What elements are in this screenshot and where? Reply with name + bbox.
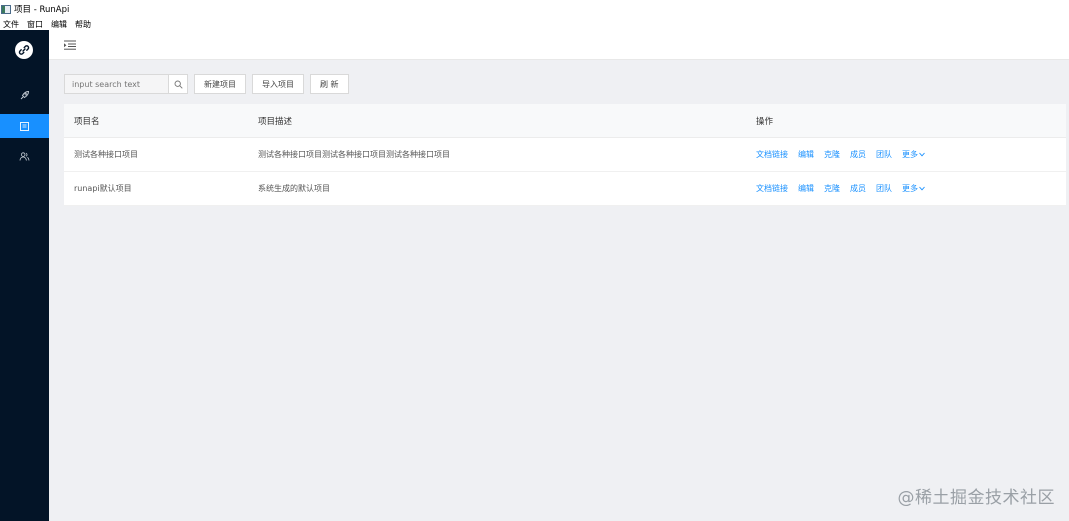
new-project-button[interactable]: 新建项目 bbox=[194, 74, 246, 94]
project-name: 测试各种接口项目 bbox=[74, 150, 138, 159]
edit-action[interactable]: 编辑 bbox=[798, 183, 814, 194]
menu-edit[interactable]: 编辑 bbox=[51, 19, 67, 30]
menubar: 文件 窗口 编辑 帮助 bbox=[0, 18, 1069, 30]
members-action[interactable]: 成员 bbox=[850, 183, 866, 194]
clone-action[interactable]: 克隆 bbox=[824, 149, 840, 160]
app-icon bbox=[1, 4, 11, 14]
window-title: 项目 - RunApi bbox=[14, 5, 70, 15]
team-action[interactable]: 团队 bbox=[876, 183, 892, 194]
search-icon bbox=[174, 80, 183, 89]
chevron-down-icon bbox=[919, 186, 925, 191]
content-area: 新建项目 导入项目 刷 新 项目名 项目描述 操作 测试各种接口项目 测试各种接… bbox=[49, 60, 1069, 521]
menu-toggle-icon[interactable] bbox=[64, 40, 76, 50]
sidebar-item-team[interactable] bbox=[0, 144, 49, 168]
search-button[interactable] bbox=[168, 74, 188, 94]
chevron-down-icon bbox=[919, 152, 925, 157]
team-action[interactable]: 团队 bbox=[876, 149, 892, 160]
project-desc: 系统生成的默认项目 bbox=[258, 184, 330, 193]
row-actions: 文档链接 编辑 克隆 成员 团队 更多 bbox=[756, 149, 1066, 160]
refresh-button[interactable]: 刷 新 bbox=[310, 74, 349, 94]
watermark: @稀土掘金技术社区 bbox=[897, 488, 1055, 508]
sidebar-item-projects[interactable] bbox=[0, 114, 49, 138]
rocket-icon bbox=[20, 90, 29, 99]
more-label: 更多 bbox=[902, 184, 918, 193]
table-row: runapi默认项目 系统生成的默认项目 文档链接 编辑 克隆 成员 团队 更多 bbox=[64, 172, 1066, 206]
sidebar-item-rocket[interactable] bbox=[0, 83, 49, 107]
more-dropdown[interactable]: 更多 bbox=[902, 183, 925, 194]
header-project-desc: 项目描述 bbox=[258, 116, 293, 127]
import-project-button[interactable]: 导入项目 bbox=[252, 74, 304, 94]
more-label: 更多 bbox=[902, 150, 918, 159]
link-icon[interactable] bbox=[15, 41, 33, 59]
menu-file[interactable]: 文件 bbox=[3, 19, 19, 30]
header-actions: 操作 bbox=[756, 116, 774, 127]
doc-link-action[interactable]: 文档链接 bbox=[756, 149, 788, 160]
clone-action[interactable]: 克隆 bbox=[824, 183, 840, 194]
more-dropdown[interactable]: 更多 bbox=[902, 149, 925, 160]
project-name: runapi默认项目 bbox=[74, 184, 132, 193]
team-icon bbox=[19, 151, 30, 161]
toolbar: 新建项目 导入项目 刷 新 bbox=[64, 74, 349, 94]
menu-window[interactable]: 窗口 bbox=[27, 19, 43, 30]
table-header: 项目名 项目描述 操作 bbox=[64, 104, 1066, 138]
search-input[interactable] bbox=[64, 74, 168, 94]
menu-help[interactable]: 帮助 bbox=[75, 19, 91, 30]
doc-link-action[interactable]: 文档链接 bbox=[756, 183, 788, 194]
project-icon bbox=[20, 121, 29, 131]
window-titlebar: 项目 - RunApi bbox=[0, 0, 1069, 18]
members-action[interactable]: 成员 bbox=[850, 149, 866, 160]
main-header bbox=[49, 30, 1069, 60]
table-row: 测试各种接口项目 测试各种接口项目测试各种接口项目测试各种接口项目 文档链接 编… bbox=[64, 138, 1066, 172]
header-project-name: 项目名 bbox=[74, 116, 100, 127]
project-desc: 测试各种接口项目测试各种接口项目测试各种接口项目 bbox=[258, 150, 450, 159]
edit-action[interactable]: 编辑 bbox=[798, 149, 814, 160]
sidebar bbox=[0, 30, 49, 521]
projects-table: 项目名 项目描述 操作 测试各种接口项目 测试各种接口项目测试各种接口项目测试各… bbox=[64, 104, 1066, 206]
row-actions: 文档链接 编辑 克隆 成员 团队 更多 bbox=[756, 183, 1066, 194]
